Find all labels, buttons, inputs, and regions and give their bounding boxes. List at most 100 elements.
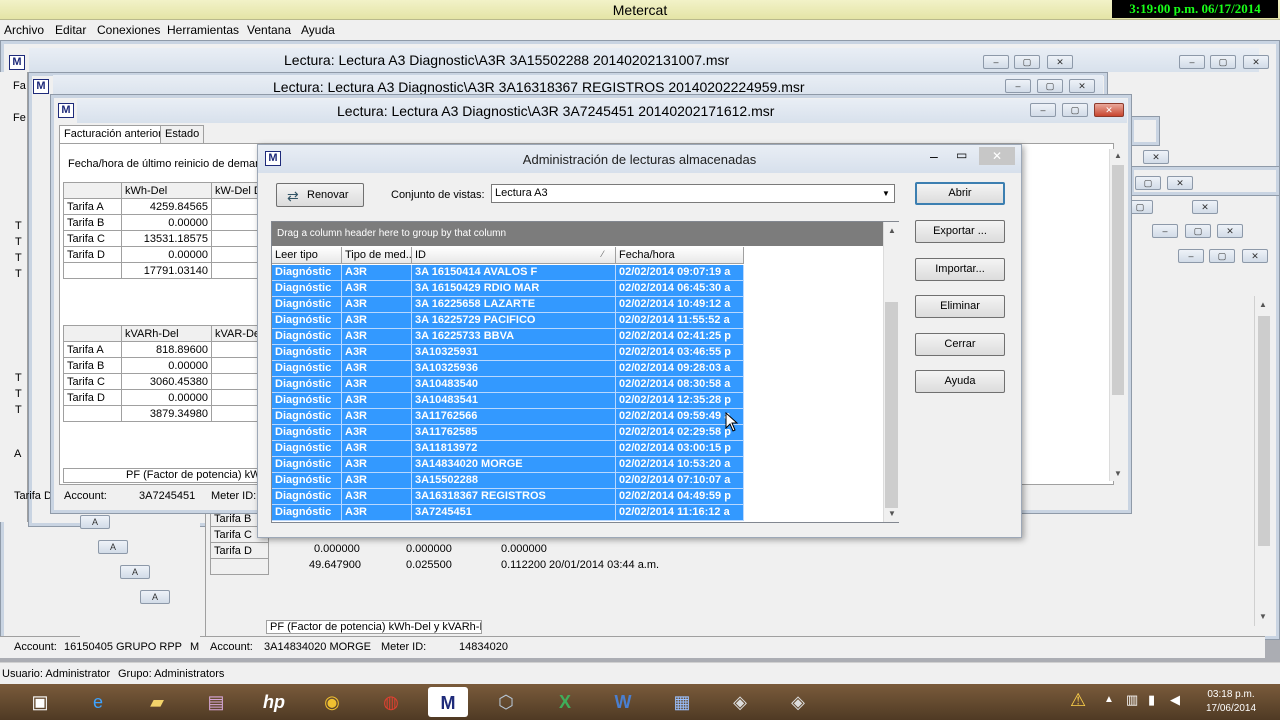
- help-button[interactable]: Ayuda: [915, 370, 1005, 393]
- menu-archivo[interactable]: Archivo: [4, 23, 44, 37]
- close-icon[interactable]: ✕: [1069, 79, 1095, 93]
- close-icon[interactable]: ✕: [1094, 103, 1124, 117]
- scroll-up-icon[interactable]: ▲: [1255, 298, 1271, 312]
- table-row[interactable]: Diagnóstic A3R 3A10483541 02/02/2014 12:35:…: [272, 393, 744, 409]
- column-header-date[interactable]: Fecha/hora: [616, 247, 744, 264]
- close-button[interactable]: Cerrar: [915, 333, 1005, 356]
- minimize-icon[interactable]: –: [1178, 249, 1204, 263]
- table-row[interactable]: Diagnóstic A3R 3A14834020 MORGE 02/02/2014 …: [272, 457, 744, 473]
- table-row[interactable]: Diagnóstic A3R 3A10325931 02/02/2014 03:46:…: [272, 345, 744, 361]
- cascade-btn-2[interactable]: A: [98, 540, 128, 554]
- minimize-icon[interactable]: –: [1005, 79, 1031, 93]
- window-1-title-bar[interactable]: Lectura: Lectura A3 Diagnostic\A3R 3A155…: [29, 48, 1259, 72]
- delete-button[interactable]: Eliminar: [915, 295, 1005, 318]
- maximize-icon[interactable]: ▢: [1209, 249, 1235, 263]
- minimize-icon[interactable]: –: [1179, 55, 1205, 69]
- maximize-icon[interactable]: ▭: [956, 148, 967, 162]
- dialog-title-bar[interactable]: M Administración de lecturas almacenadas…: [258, 145, 1021, 173]
- folder-icon[interactable]: ▰: [137, 687, 177, 717]
- table-row[interactable]: Diagnóstic A3R 3A 16225729 PACIFICO 02/02/2…: [272, 313, 744, 329]
- volume-icon[interactable]: ◀: [1170, 692, 1180, 708]
- minimize-icon[interactable]: –: [930, 148, 938, 164]
- view-set-select[interactable]: Lectura A3 ▼: [491, 184, 895, 203]
- warning-icon[interactable]: ⚠: [1070, 690, 1086, 711]
- scroll-thumb[interactable]: [1258, 316, 1270, 546]
- maximize-icon[interactable]: ▢: [1135, 176, 1161, 190]
- table-row[interactable]: Diagnóstic A3R 3A11762566 02/02/2014 09:59:…: [272, 409, 744, 425]
- import-button[interactable]: Importar...: [915, 258, 1005, 281]
- minimize-icon[interactable]: –: [1030, 103, 1056, 117]
- network-icon[interactable]: ▦: [662, 687, 702, 717]
- back-window-vscroll[interactable]: ▲ ▼: [1254, 296, 1272, 626]
- cascade-btn-1[interactable]: A: [80, 515, 110, 529]
- window-3-title-bar[interactable]: Lectura: Lectura A3 Diagnostic\A3R 3A724…: [77, 99, 1127, 123]
- word-icon[interactable]: W: [603, 687, 643, 717]
- table-row[interactable]: Diagnóstic A3R 3A 16225658 LAZARTE 02/02/20…: [272, 297, 744, 313]
- table-row[interactable]: Diagnóstic A3R 3A11813972 02/02/2014 03:00:…: [272, 441, 744, 457]
- table-row[interactable]: Diagnóstic A3R 3A 16150414 AVALOS F 02/02/2…: [272, 265, 744, 281]
- grid-vscroll[interactable]: ▲ ▼: [883, 222, 899, 522]
- menu-herramientas[interactable]: Herramientas: [167, 23, 239, 37]
- maximize-icon[interactable]: ▢: [1014, 55, 1040, 69]
- refresh-button[interactable]: ⇄ Renovar: [276, 183, 364, 207]
- ie-icon[interactable]: e: [78, 687, 118, 717]
- open-button[interactable]: Abrir: [915, 182, 1005, 205]
- menu-ayuda[interactable]: Ayuda: [301, 23, 335, 37]
- close-icon[interactable]: ✕: [1192, 200, 1218, 214]
- scroll-down-icon[interactable]: ▼: [884, 507, 900, 521]
- metercat-icon[interactable]: M: [428, 687, 468, 717]
- table-row[interactable]: Diagnóstic A3R 3A7245451 02/02/2014 11:16:1…: [272, 505, 744, 521]
- table-row[interactable]: Diagnóstic A3R 3A 16150429 RDIO MAR 02/02/2…: [272, 281, 744, 297]
- tab-facturacion-anterior[interactable]: Facturación anterior: [59, 125, 167, 143]
- column-header-id[interactable]: ID: [412, 247, 616, 264]
- export-button[interactable]: Exportar ...: [915, 220, 1005, 243]
- network-tray-icon[interactable]: ▮: [1148, 692, 1155, 708]
- tray-clock[interactable]: 03:18 p.m. 17/06/2014: [1196, 688, 1266, 716]
- column-header-read-type[interactable]: Leer tipo: [272, 247, 342, 264]
- cascade-btn-3[interactable]: A: [120, 565, 150, 579]
- hp-icon[interactable]: hp: [254, 687, 294, 717]
- close-icon[interactable]: ✕: [1217, 224, 1243, 238]
- close-icon[interactable]: ✕: [1243, 55, 1269, 69]
- maximize-icon[interactable]: ▢: [1037, 79, 1063, 93]
- chrome-icon[interactable]: ◍: [371, 687, 411, 717]
- tray-icon[interactable]: ▥: [1126, 692, 1138, 708]
- box-icon[interactable]: ⬡: [486, 687, 526, 717]
- close-icon[interactable]: ✕: [979, 147, 1015, 165]
- scroll-up-icon[interactable]: ▲: [1110, 149, 1126, 163]
- media-icon[interactable]: ▤: [196, 687, 236, 717]
- close-icon[interactable]: ✕: [1167, 176, 1193, 190]
- tool2-icon[interactable]: ◈: [778, 687, 818, 717]
- maximize-icon[interactable]: ▢: [1062, 103, 1088, 117]
- table-row[interactable]: Diagnóstic A3R 3A11762585 02/02/2014 02:29:…: [272, 425, 744, 441]
- chevron-down-icon[interactable]: ▼: [878, 185, 894, 202]
- table-row[interactable]: Diagnóstic A3R 3A 16225733 BBVA 02/02/2014 …: [272, 329, 744, 345]
- close-icon[interactable]: ✕: [1047, 55, 1073, 69]
- close-icon[interactable]: ✕: [1143, 150, 1169, 164]
- scroll-thumb[interactable]: [885, 302, 898, 508]
- menu-editar[interactable]: Editar: [55, 23, 86, 37]
- excel-icon[interactable]: X: [545, 687, 585, 717]
- app-icon[interactable]: ▣: [20, 687, 60, 717]
- tool-icon[interactable]: ◈: [720, 687, 760, 717]
- table-row[interactable]: Diagnóstic A3R 3A10483540 02/02/2014 08:30:…: [272, 377, 744, 393]
- cascade-btn-4[interactable]: A: [140, 590, 170, 604]
- table-row[interactable]: Diagnóstic A3R 3A10325936 02/02/2014 09:28:…: [272, 361, 744, 377]
- menu-conexiones[interactable]: Conexiones: [97, 23, 160, 37]
- front-vscroll[interactable]: ▲ ▼: [1109, 149, 1125, 481]
- table-row[interactable]: Diagnóstic A3R 3A15502288 02/02/2014 07:10:…: [272, 473, 744, 489]
- menu-ventana[interactable]: Ventana: [247, 23, 291, 37]
- tab-estado[interactable]: Estado: [160, 125, 205, 143]
- tray-arrow-icon[interactable]: ▲: [1104, 694, 1114, 705]
- scroll-down-icon[interactable]: ▼: [1110, 467, 1126, 481]
- minimize-icon[interactable]: –: [1152, 224, 1178, 238]
- group-by-panel[interactable]: Drag a column header here to group by th…: [272, 222, 884, 246]
- maximize-icon[interactable]: ▢: [1185, 224, 1211, 238]
- minimize-icon[interactable]: –: [983, 55, 1009, 69]
- close-icon[interactable]: ✕: [1242, 249, 1268, 263]
- table-row[interactable]: Diagnóstic A3R 3A16318367 REGISTROS 02/02/2…: [272, 489, 744, 505]
- scroll-up-icon[interactable]: ▲: [884, 224, 900, 238]
- column-header-meter-type[interactable]: Tipo de med...: [342, 247, 412, 264]
- scroll-thumb[interactable]: [1112, 165, 1124, 395]
- maximize-icon[interactable]: ▢: [1210, 55, 1236, 69]
